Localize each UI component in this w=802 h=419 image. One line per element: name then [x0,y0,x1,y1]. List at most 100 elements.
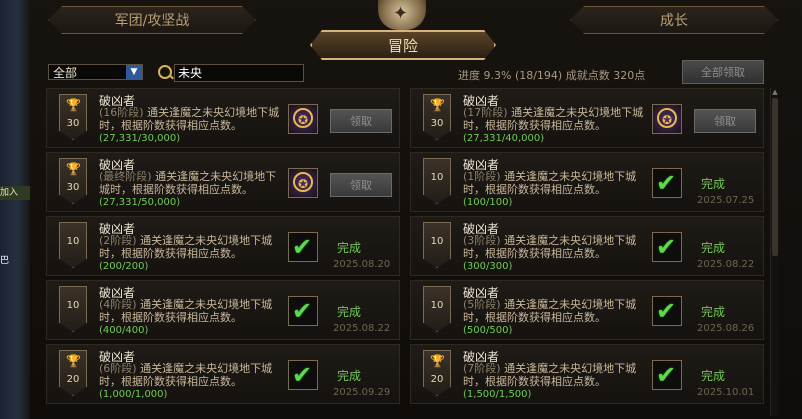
complete-date: 2025.10.01 [697,387,755,398]
achievement-description: (17阶段) 通关逢魔之未央幻境地下城时，根据阶数获得相应点数。 [463,106,648,132]
achievement-stage: (17阶段) [463,106,508,119]
compass-icon: ✦ [393,3,409,24]
trophy-icon: 🏆 [66,162,81,176]
complete-date: 2025.08.22 [697,259,755,270]
check-icon: ✔ [292,297,313,325]
achievement-progress: (400/400) [99,325,149,336]
achievement-progress: (27,331/40,000) [463,133,545,144]
achievement-card: 10 破凶者 (5阶段) 通关逢魔之未央幻境地下城时，根据阶数获得相应点数。 (500… [410,280,764,340]
check-icon: ✔ [292,361,313,389]
chevron-down-icon[interactable]: ▼ [126,65,142,79]
claim-button[interactable]: 领取 [694,109,756,133]
points-value: 20 [66,374,80,385]
complete-check-icon: ✔ [652,296,682,326]
achievement-card: 10 破凶者 (1阶段) 通关逢魔之未央幻境地下城时，根据阶数获得相应点数。 (100… [410,152,764,212]
scroll-up-icon[interactable]: ▲ [771,88,779,96]
points-badge: 🏆 30 [59,94,87,140]
tab-growth[interactable]: 成长 [570,6,778,34]
achievement-stage: (最终阶段) [99,170,152,183]
achievement-description: (1阶段) 通关逢魔之未央幻境地下城时，根据阶数获得相应点数。 [463,170,648,196]
reward-icon: ✪ [652,104,682,134]
complete-label: 完成 [701,369,726,383]
tab-legion-siege[interactable]: 军团/攻坚战 [48,6,256,34]
points-value: 10 [66,300,80,311]
points-value: 30 [66,118,80,129]
progress-text: 进度 9.3% (18/194) 成就点数 320点 [458,69,646,82]
reward-emblem-icon: ✪ [293,108,313,128]
achievement-card: 10 破凶者 (2阶段) 通关逢魔之未央幻境地下城时，根据阶数获得相应点数。 (200… [46,216,400,276]
achievement-progress: (1,500/1,500) [463,389,532,400]
points-value: 10 [430,300,444,311]
achievement-progress: (300/300) [463,261,513,272]
scrollbar-thumb[interactable] [772,98,778,256]
achievement-description: (3阶段) 通关逢魔之未央幻境地下城时，根据阶数获得相应点数。 [463,234,648,260]
achievement-description: (5阶段) 通关逢魔之未央幻境地下城时，根据阶数获得相应点数。 [463,298,648,324]
claim-all-button[interactable]: 全部领取 [682,60,764,84]
points-badge: 10 [59,286,87,332]
reward-emblem-icon: ✪ [657,108,677,128]
scrollbar[interactable]: ▲ [770,88,779,416]
achievement-card: 🏆 30 破凶者 (16阶段) 通关逢魔之未央幻境地下城时，根据阶数获得相应点数。 (2… [46,88,400,148]
complete-label: 完成 [701,241,726,255]
complete-label: 完成 [701,305,726,319]
check-icon: ✔ [656,169,677,197]
complete-check-icon: ✔ [288,232,318,262]
reward-icon: ✪ [288,168,318,198]
check-icon: ✔ [656,297,677,325]
reward-emblem-icon: ✪ [293,172,313,192]
check-icon: ✔ [656,233,677,261]
points-value: 10 [430,172,444,183]
left-strip-label: 加入 [0,186,30,200]
complete-label: 完成 [701,177,726,191]
tab-adventure[interactable]: 冒险 [310,30,496,60]
achievement-stage: (16阶段) [99,106,144,119]
points-value: 10 [430,236,444,247]
points-value: 30 [430,118,444,129]
achievement-card: 🏆 20 破凶者 (7阶段) 通关逢魔之未央幻境地下城时，根据阶数获得相应点数。 (1,… [410,344,764,404]
achievement-card: 10 破凶者 (4阶段) 通关逢魔之未央幻境地下城时，根据阶数获得相应点数。 (400… [46,280,400,340]
achievement-stage: (7阶段) [463,362,501,375]
achievement-stage: (2阶段) [99,234,137,247]
complete-date: 2025.07.25 [697,195,755,206]
points-badge: 🏆 20 [59,350,87,396]
complete-label: 完成 [337,369,362,383]
claim-button[interactable]: 领取 [330,109,392,133]
achievement-stage: (4阶段) [99,298,137,311]
points-badge: 10 [423,286,451,332]
points-badge: 10 [59,222,87,268]
points-badge: 🏆 30 [59,158,87,204]
toolbar: 全部 ▼ 未央 进度 9.3% (18/194) 成就点数 320点 全部领取 [48,60,768,84]
points-badge: 🏆 30 [423,94,451,140]
achievement-description: (4阶段) 通关逢魔之未央幻境地下城时，根据阶数获得相应点数。 [99,298,284,324]
achievement-card: 10 破凶者 (3阶段) 通关逢魔之未央幻境地下城时，根据阶数获得相应点数。 (300… [410,216,764,276]
points-value: 10 [66,236,80,247]
left-strip: 加入 巴 [0,180,30,280]
achievement-stage: (3阶段) [463,234,501,247]
achievement-card: 🏆 30 破凶者 (最终阶段) 通关逢魔之未央幻境地下城时，根据阶数获得相应点数。 (2… [46,152,400,212]
achievement-card: 🏆 30 破凶者 (17阶段) 通关逢魔之未央幻境地下城时，根据阶数获得相应点数。 (2… [410,88,764,148]
complete-check-icon: ✔ [288,296,318,326]
achievement-description: (16阶段) 通关逢魔之未央幻境地下城时，根据阶数获得相应点数。 [99,106,284,132]
achievement-description: (最终阶段) 通关逢魔之未央幻境地下城时，根据阶数获得相应点数。 [99,170,284,196]
trophy-icon: 🏆 [430,98,445,112]
points-value: 20 [430,374,444,385]
left-strip-label: 巴 [0,256,10,266]
achievement-progress: (500/500) [463,325,513,336]
achievement-description: (6阶段) 通关逢魔之未央幻境地下城时，根据阶数获得相应点数。 [99,362,284,388]
check-icon: ✔ [656,361,677,389]
check-icon: ✔ [292,233,313,261]
complete-label: 完成 [337,305,362,319]
trophy-icon: 🏆 [66,354,81,368]
achievement-list: 🏆 30 破凶者 (16阶段) 通关逢魔之未央幻境地下城时，根据阶数获得相应点数。 (2… [46,88,766,416]
points-value: 30 [66,182,80,193]
complete-label: 完成 [337,241,362,255]
filter-select[interactable]: 全部 ▼ [48,64,143,80]
reward-icon: ✪ [288,104,318,134]
achievement-progress: (200/200) [99,261,149,272]
search-input[interactable]: 未央 [174,64,304,82]
achievement-stage: (6阶段) [99,362,137,375]
complete-check-icon: ✔ [652,168,682,198]
achievement-progress: (27,331/50,000) [99,197,181,208]
achievement-description: (2阶段) 通关逢魔之未央幻境地下城时，根据阶数获得相应点数。 [99,234,284,260]
claim-button[interactable]: 领取 [330,173,392,197]
